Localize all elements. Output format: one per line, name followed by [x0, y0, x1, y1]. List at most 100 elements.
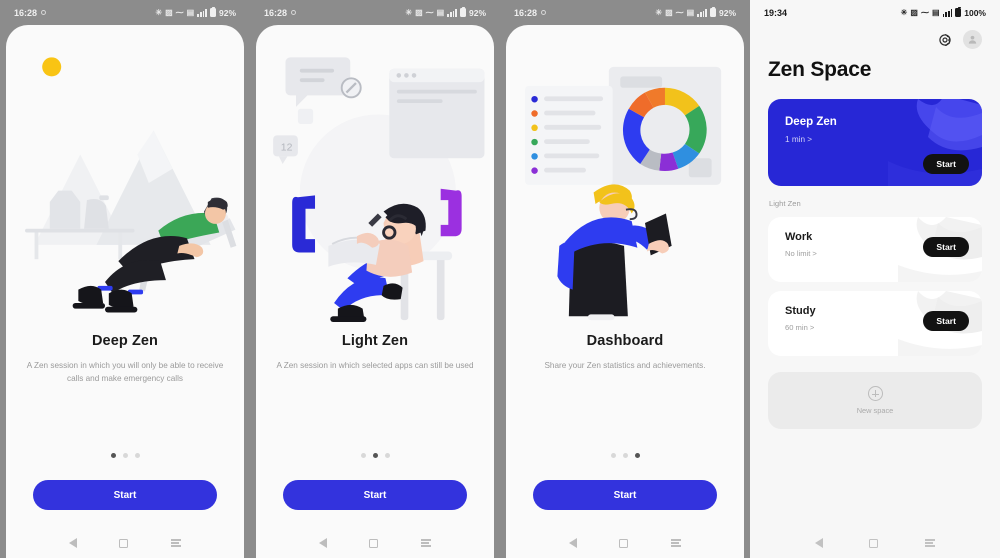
page-dot-2[interactable]	[122, 453, 128, 458]
start-button[interactable]: Start	[533, 480, 717, 510]
vibrate-icon: ▨	[165, 7, 173, 17]
caption-block: Light Zen A Zen session in which selecte…	[256, 333, 494, 373]
start-button[interactable]: Start	[923, 237, 969, 257]
page-dot-1[interactable]	[360, 453, 366, 458]
card-duration[interactable]: 1 min >	[768, 128, 982, 144]
nfc-icon: ⁓	[675, 7, 684, 17]
avatar[interactable]	[963, 30, 982, 49]
screenshot-root: 16:28 ✳ ▨ ⁓ ▤ 92% Deep Zen A Zen session…	[0, 0, 1000, 558]
page-dot-3[interactable]	[134, 453, 140, 458]
status-indicator-dot	[41, 10, 47, 15]
onboarding-panel-deep-zen: 16:28 ✳ ▨ ⁓ ▤ 92% Deep Zen A Zen session…	[0, 0, 250, 558]
signal-icon	[697, 8, 707, 17]
status-bar: 16:28 ✳ ▨ ⁓ ▤ 92%	[0, 0, 250, 25]
sim-icon: ▤	[686, 7, 695, 17]
card-title: Deep Zen	[785, 116, 837, 128]
battery-icon	[459, 6, 466, 17]
status-bar: 16:28 ✳ ▨ ⁓ ▤ 92%	[250, 0, 500, 25]
onboarding-panel-dashboard: 16:28 ✳ ▨ ⁓ ▤ 92% Dashboard Share your Z…	[500, 0, 750, 558]
page-dot-1[interactable]	[610, 453, 616, 458]
system-navigation-bar	[506, 528, 744, 558]
panel-description: Share your Zen statistics and achievemen…	[544, 361, 706, 370]
vibrate-icon: ▨	[665, 7, 673, 17]
back-icon[interactable]	[69, 538, 78, 548]
panel-content: 12 Light Zen A Zen session in which sele…	[256, 25, 494, 558]
home-icon[interactable]	[869, 538, 879, 548]
recents-icon[interactable]	[924, 539, 935, 547]
back-icon[interactable]	[569, 538, 578, 548]
bluetooth-icon: ✳	[405, 7, 413, 17]
zen-space-screen: 19:34 ✳ ▨ ⁓ ▤ 100% Zen Space Deep Zen 1 …	[750, 0, 1000, 558]
battery-icon	[209, 6, 216, 17]
sim-icon: ▤	[436, 7, 445, 17]
start-button[interactable]: Start	[923, 154, 969, 174]
battery-level: 100%	[964, 7, 986, 18]
plus-circle-icon	[867, 386, 883, 401]
status-time: 16:28	[514, 7, 538, 18]
nfc-icon: ⁓	[920, 7, 929, 17]
battery-icon	[955, 6, 962, 17]
recents-icon[interactable]	[170, 539, 181, 547]
signal-icon	[197, 8, 207, 17]
panel-title: Dashboard	[586, 333, 664, 349]
bluetooth-icon: ✳	[655, 7, 663, 17]
battery-level: 92%	[718, 7, 736, 18]
status-bar-right: ✳ ▨ ⁓ ▤ 92%	[655, 6, 736, 18]
illustration-woman-working: 12	[256, 33, 494, 333]
battery-level: 92%	[468, 7, 486, 18]
page-dot-2[interactable]	[372, 453, 378, 458]
home-icon[interactable]	[369, 538, 379, 548]
page-dot-3[interactable]	[384, 453, 390, 458]
space-card-work[interactable]: Work No limit > Start	[768, 217, 982, 282]
signal-icon	[942, 8, 953, 17]
onboarding-panel-light-zen: 16:28 ✳ ▨ ⁓ ▤ 92% 12 Light Zen A Zen ses…	[250, 0, 500, 558]
recents-icon[interactable]	[420, 539, 431, 547]
status-bar-left: 19:34	[764, 8, 787, 18]
vibrate-icon: ▨	[415, 7, 423, 17]
start-button[interactable]: Start	[923, 311, 969, 331]
status-bar-left: 16:28	[264, 8, 297, 18]
sim-icon: ▤	[186, 7, 195, 17]
new-space-button[interactable]: New space	[768, 372, 982, 429]
back-icon[interactable]	[319, 538, 328, 548]
home-icon[interactable]	[119, 538, 129, 548]
page-indicator[interactable]	[6, 453, 244, 458]
page-dot-2[interactable]	[622, 453, 628, 458]
status-time: 16:28	[14, 7, 38, 18]
vibrate-icon: ▨	[910, 7, 918, 17]
start-button[interactable]: Start	[283, 480, 467, 510]
back-icon[interactable]	[815, 538, 824, 548]
bluetooth-icon: ✳	[900, 7, 908, 17]
panel-description: A Zen session in which you will only be …	[26, 361, 224, 383]
battery-level: 92%	[218, 7, 236, 18]
panel-content: Deep Zen A Zen session in which you will…	[6, 25, 244, 558]
gear-icon[interactable]	[936, 31, 953, 48]
page-indicator[interactable]	[506, 453, 744, 458]
status-time: 19:34	[764, 7, 788, 18]
space-card-study[interactable]: Study 60 min > Start	[768, 291, 982, 356]
caption-block: Dashboard Share your Zen statistics and …	[506, 333, 744, 373]
status-bar-right: ✳ ▨ ⁓ ▤ 100%	[900, 6, 986, 18]
status-bar: 16:28 ✳ ▨ ⁓ ▤ 92%	[500, 0, 750, 25]
status-bar: 19:34 ✳ ▨ ⁓ ▤ 100%	[750, 0, 1000, 25]
illustration-dashboard-chart	[506, 33, 744, 333]
signal-icon	[447, 8, 457, 17]
status-indicator-dot	[541, 10, 547, 15]
start-button[interactable]: Start	[33, 480, 217, 510]
recents-icon[interactable]	[670, 539, 681, 547]
svg-text:12: 12	[281, 143, 293, 154]
panel-title: Deep Zen	[91, 333, 159, 349]
home-icon[interactable]	[619, 538, 629, 548]
panel-description: A Zen session in which selected apps can…	[276, 361, 474, 370]
nfc-icon: ⁓	[175, 7, 184, 17]
page-dot-3[interactable]	[634, 453, 640, 458]
caption-block: Deep Zen A Zen session in which you will…	[6, 333, 244, 385]
status-indicator-dot	[291, 10, 297, 15]
deep-zen-card[interactable]: Deep Zen 1 min > Start	[768, 99, 982, 186]
page-indicator[interactable]	[256, 453, 494, 458]
page-title: Zen Space	[768, 58, 872, 81]
illustration-man-relaxing	[6, 33, 244, 333]
status-bar-left: 16:28	[14, 7, 47, 18]
page-dot-1[interactable]	[110, 453, 116, 458]
nfc-icon: ⁓	[425, 7, 434, 17]
